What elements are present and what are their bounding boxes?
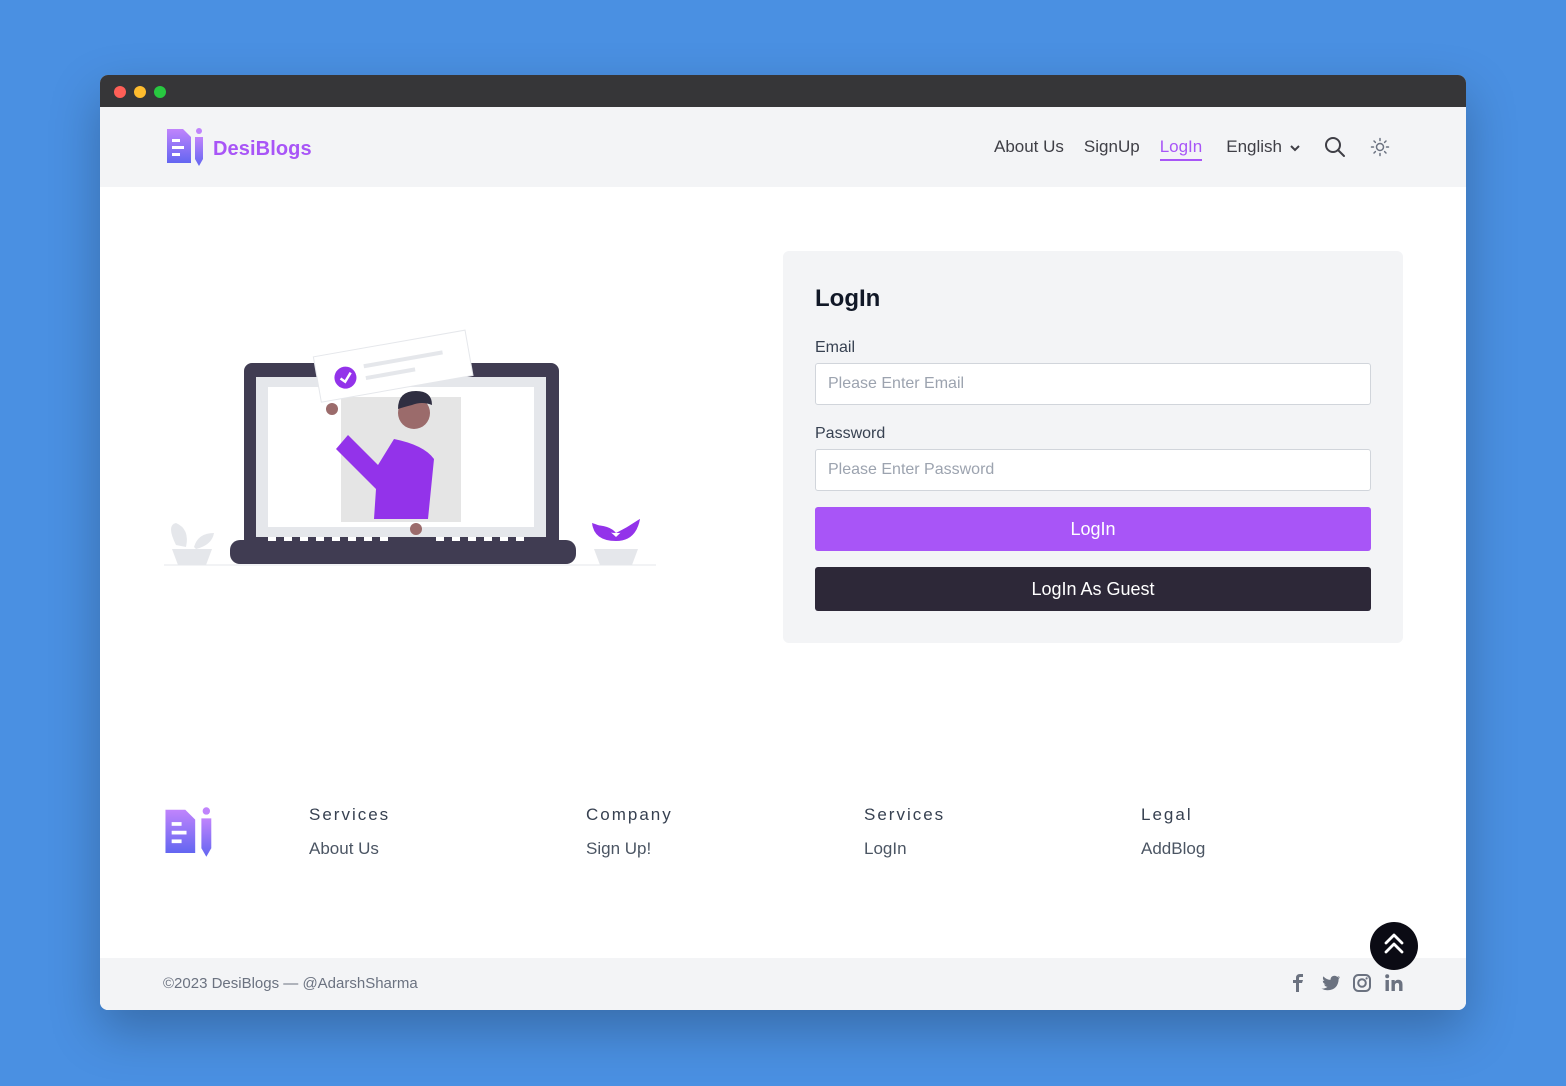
password-field[interactable]: [815, 449, 1371, 491]
instagram-icon[interactable]: [1352, 973, 1372, 993]
nav-login[interactable]: LogIn: [1159, 137, 1203, 161]
sun-icon[interactable]: [1370, 137, 1390, 157]
login-title: LogIn: [815, 285, 881, 312]
double-chevron-up-icon: [1384, 933, 1404, 960]
login-card: LogIn Email Password LogIn LogIn As Gues…: [783, 251, 1403, 643]
footer-column-services: Services About Us: [309, 805, 390, 859]
footer-heading: Legal: [1141, 805, 1193, 824]
language-value: English: [1226, 137, 1282, 156]
footer-column-services-2: Services LogIn: [864, 805, 945, 859]
nav-signup[interactable]: SignUp: [1084, 137, 1140, 157]
password-label: Password: [815, 425, 886, 442]
nav-about-us[interactable]: About Us: [994, 137, 1064, 157]
twitter-icon[interactable]: [1320, 973, 1340, 993]
login-button[interactable]: LogIn: [815, 507, 1371, 551]
footer-heading: Services: [309, 805, 391, 824]
language-select[interactable]: English: [1226, 137, 1300, 157]
maximize-window-button[interactable]: [154, 86, 166, 98]
logo-icon: [165, 127, 205, 172]
footer-link-about-us[interactable]: About Us: [309, 839, 390, 859]
footer-logo-icon[interactable]: [164, 806, 214, 863]
minimize-window-button[interactable]: [134, 86, 146, 98]
search-icon[interactable]: [1324, 136, 1346, 158]
footer-column-company: Company Sign Up!: [586, 805, 673, 859]
footer-link-addblog[interactable]: AddBlog: [1141, 839, 1205, 859]
footer-link-sign-up[interactable]: Sign Up!: [586, 839, 673, 859]
footer-bottom-bar: ©2023 DesiBlogs — @AdarshSharma: [100, 958, 1466, 1010]
footer-heading: Services: [864, 805, 946, 824]
footer-heading: Company: [586, 805, 673, 824]
social-links: [1288, 973, 1404, 993]
site-logo[interactable]: DesiBlogs: [165, 127, 312, 172]
close-window-button[interactable]: [114, 86, 126, 98]
email-field[interactable]: [815, 363, 1371, 405]
footer-column-legal: Legal AddBlog: [1141, 805, 1205, 859]
facebook-icon[interactable]: [1288, 973, 1308, 993]
scroll-to-top-button[interactable]: [1370, 922, 1418, 970]
site-header: DesiBlogs About Us SignUp LogIn English: [100, 107, 1466, 187]
site-footer: Services About Us Company Sign Up! Servi…: [100, 775, 1466, 955]
email-label: Email: [815, 339, 856, 356]
login-illustration: [164, 325, 664, 650]
brand-name: DesiBlogs: [213, 138, 312, 160]
copyright-text: ©2023 DesiBlogs — @AdarshSharma: [163, 975, 418, 992]
linkedin-icon[interactable]: [1384, 973, 1404, 993]
main-nav: About Us SignUp LogIn English: [974, 133, 1390, 161]
login-as-guest-button[interactable]: LogIn As Guest: [815, 567, 1371, 611]
window-titlebar: [100, 75, 1466, 107]
browser-window: DesiBlogs About Us SignUp LogIn English: [100, 75, 1466, 1010]
footer-link-login[interactable]: LogIn: [864, 839, 945, 859]
chevron-down-icon: [1290, 137, 1300, 157]
